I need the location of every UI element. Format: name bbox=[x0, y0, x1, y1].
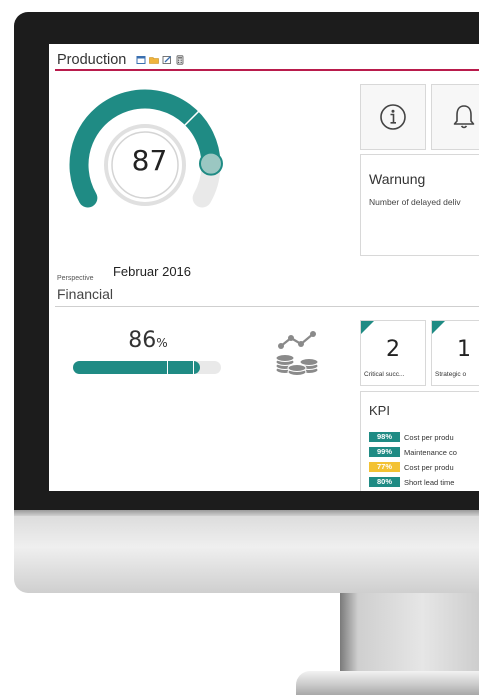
tile-caption: Strategic o bbox=[435, 371, 467, 378]
monitor-stand bbox=[340, 593, 479, 671]
kpi-label: Maintenance co bbox=[404, 447, 457, 457]
tile-strategic[interactable]: 1 Strategic o bbox=[431, 320, 479, 386]
tile-value: 1 bbox=[457, 337, 471, 362]
bell-icon bbox=[453, 105, 475, 129]
tile-corner-marker bbox=[432, 321, 445, 334]
perspective-label: Perspective bbox=[57, 275, 94, 282]
progress-value: 86 bbox=[128, 328, 157, 353]
page-title: Production bbox=[57, 52, 127, 68]
warning-panel[interactable]: Warnung Number of delayed deliv bbox=[360, 154, 479, 256]
monitor-stand-base bbox=[296, 671, 479, 695]
kpi-badge: 98% bbox=[369, 432, 400, 442]
tile-corner-marker bbox=[361, 321, 374, 334]
progress-bar-tick bbox=[193, 361, 194, 374]
info-icon bbox=[380, 104, 406, 130]
kpi-row[interactable]: 98% Cost per produ bbox=[369, 432, 454, 442]
kpi-label: Short lead time bbox=[404, 477, 455, 487]
gauge-value: 87 bbox=[131, 144, 168, 177]
perspective-select[interactable]: Financial bbox=[57, 286, 113, 302]
kpi-badge: 77% bbox=[369, 462, 400, 472]
header-toolbar bbox=[136, 55, 185, 65]
kpi-badge: 80% bbox=[369, 477, 400, 487]
info-button[interactable] bbox=[360, 84, 426, 150]
score-gauge: 87 Februar 2016 bbox=[57, 82, 242, 279]
progress-bar-fill bbox=[73, 361, 201, 374]
progress-unit: % bbox=[156, 336, 168, 350]
coins-chart-icon bbox=[275, 331, 319, 376]
kpi-row[interactable]: 77% Cost per produ bbox=[369, 462, 454, 472]
kpi-label: Cost per produ bbox=[404, 462, 454, 472]
kpi-row[interactable]: 80% Short lead time bbox=[369, 477, 454, 487]
progress-bar bbox=[73, 361, 221, 374]
perspective-divider bbox=[55, 306, 479, 307]
warning-text: Number of delayed deliv bbox=[369, 197, 461, 207]
dashboard-header: Production bbox=[57, 51, 185, 69]
notifications-button[interactable] bbox=[431, 84, 479, 150]
header-divider bbox=[55, 69, 479, 71]
window-icon[interactable] bbox=[136, 55, 146, 65]
kpi-row[interactable]: 99% Maintenance co bbox=[369, 447, 457, 457]
progress-percent: 86% bbox=[73, 328, 223, 353]
calculator-icon[interactable] bbox=[175, 55, 185, 65]
kpi-label: Cost per produ bbox=[404, 432, 454, 442]
edit-icon[interactable] bbox=[162, 55, 172, 65]
progress-bar-tick bbox=[167, 361, 168, 374]
kpi-title: KPI bbox=[369, 403, 390, 418]
dashboard-screen: Production 87 Februar 2016 Warnung Numbe… bbox=[49, 44, 479, 491]
folder-icon[interactable] bbox=[149, 55, 160, 65]
kpi-badge: 99% bbox=[369, 447, 400, 457]
monitor-chin-shadow bbox=[14, 510, 479, 516]
warning-title: Warnung bbox=[369, 171, 426, 187]
tile-value: 2 bbox=[386, 337, 400, 362]
tile-caption: Critical succ... bbox=[364, 371, 405, 378]
tile-critical-success[interactable]: 2 Critical succ... bbox=[360, 320, 426, 386]
kpi-panel: KPI 98% Cost per produ 99% Maintenance c… bbox=[360, 391, 479, 491]
monitor-chin bbox=[14, 510, 479, 593]
